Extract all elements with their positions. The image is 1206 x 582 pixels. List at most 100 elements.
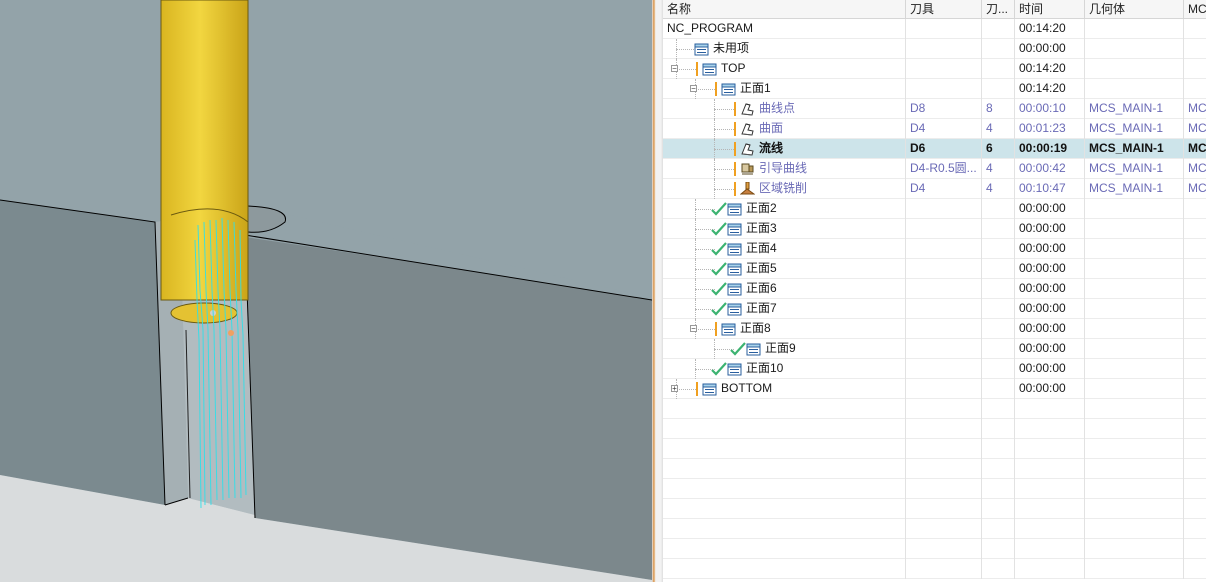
node-name[interactable]: 正面10 [746,359,783,378]
warning-icon [734,122,736,136]
column-tool-number[interactable]: 刀... [982,0,1015,18]
column-separator [1084,199,1085,219]
node-name[interactable]: NC_PROGRAM [667,19,753,38]
tool-number-cell: 4 [986,121,993,135]
tool-number-cell [986,359,1013,378]
node-name[interactable]: 区域铣削 [759,179,807,198]
operation-row[interactable]: 流线 D6 6 00:00:19 MCS_MAIN-1 MC [663,139,1206,159]
program-group-row[interactable]: 正面4 00:00:00 [663,239,1206,259]
program-group-row[interactable]: 正面2 00:00:00 [663,199,1206,219]
column-separator [981,119,982,139]
expand-icon[interactable]: + [671,385,678,393]
program-root-row[interactable]: NC_PROGRAM 00:14:20 [663,19,1206,39]
column-geometry[interactable]: 几何体 [1085,0,1184,18]
column-separator [1183,19,1184,39]
program-group-row[interactable]: 正面9 00:00:00 [663,339,1206,359]
program-group-row[interactable]: − 正面8 00:00:00 [663,319,1206,339]
column-separator [1014,239,1015,259]
node-name[interactable]: BOTTOM [721,379,772,398]
program-group-row[interactable]: + BOTTOM 00:00:00 [663,379,1206,399]
node-name[interactable]: 正面9 [765,339,796,358]
warning-icon [734,102,736,116]
empty-row [663,419,1206,439]
node-name[interactable]: 未用项 [713,39,749,58]
method-cell: MC [1188,121,1206,135]
node-name[interactable]: 正面4 [746,239,777,258]
graphics-viewport[interactable] [0,0,652,582]
empty-row [663,479,1206,499]
node-name[interactable]: 曲面 [759,119,783,138]
method-cell [1188,259,1206,278]
column-separator [905,439,906,459]
column-separator [1084,59,1085,79]
tree-connector [714,149,734,150]
program-group-row[interactable]: 未用项 00:00:00 [663,39,1206,59]
column-separator [905,139,906,159]
column-separator [905,19,906,39]
column-time[interactable]: 时间 [1015,0,1085,18]
column-separator [905,559,906,579]
column-separator [1183,179,1184,199]
column-method[interactable]: MC [1184,0,1206,18]
time-cell: 00:00:00 [1019,261,1066,275]
node-name[interactable]: 正面2 [746,199,777,218]
node-name[interactable]: 正面6 [746,279,777,298]
column-separator [905,119,906,139]
column-separator [1084,39,1085,59]
node-name[interactable]: 正面7 [746,299,777,318]
program-group-row[interactable]: − TOP 00:14:20 [663,59,1206,79]
operation-row[interactable]: 曲线点 D8 8 00:00:10 MCS_MAIN-1 MC [663,99,1206,119]
program-group-row[interactable]: − 正面1 00:14:20 [663,79,1206,99]
tool-number-cell [986,79,1013,98]
program-group-row[interactable]: 正面7 00:00:00 [663,299,1206,319]
column-separator [1084,479,1085,499]
tool-number-cell [986,299,1013,318]
column-separator [1014,59,1015,79]
collapse-icon[interactable]: − [690,325,697,333]
time-cell: 00:14:20 [1019,21,1066,35]
column-separator [981,499,982,519]
operation-row[interactable]: 曲面 D4 4 00:01:23 MCS_MAIN-1 MC [663,119,1206,139]
column-separator [905,459,906,479]
collapse-icon[interactable]: − [690,85,697,93]
tree-connector [695,279,696,299]
method-cell [1188,279,1206,298]
column-separator [905,319,906,339]
node-name[interactable]: 正面5 [746,259,777,278]
collapse-icon[interactable]: − [671,65,678,73]
method-cell [1188,299,1206,318]
program-group-row[interactable]: 正面6 00:00:00 [663,279,1206,299]
tool-number-cell [986,259,1013,278]
column-separator [981,139,982,159]
column-separator [1183,59,1184,79]
node-name[interactable]: TOP [721,59,745,78]
column-separator [1014,339,1015,359]
column-separator [905,79,906,99]
operation-row[interactable]: 区域铣削 D4 4 00:10:47 MCS_MAIN-1 MC [663,179,1206,199]
program-group-row[interactable]: 正面3 00:00:00 [663,219,1206,239]
operation-row[interactable]: 引导曲线 D4-R0.5圆... 4 00:00:42 MCS_MAIN-1 MC [663,159,1206,179]
time-cell: 00:00:00 [1019,281,1066,295]
node-name[interactable]: 正面8 [740,319,771,338]
panel-splitter[interactable] [652,0,663,582]
column-separator [1014,99,1015,119]
program-group-row[interactable]: 正面5 00:00:00 [663,259,1206,279]
node-name[interactable]: 正面3 [746,219,777,238]
tool-cell [910,339,980,358]
column-separator [1084,319,1085,339]
column-name[interactable]: 名称 [663,0,906,18]
column-separator [905,199,906,219]
column-tool[interactable]: 刀具 [906,0,982,18]
column-separator [981,379,982,399]
column-separator [905,519,906,539]
node-name[interactable]: 引导曲线 [759,159,807,178]
method-cell [1188,239,1206,258]
column-separator [1014,79,1015,99]
node-name[interactable]: 曲线点 [759,99,795,118]
program-group-row[interactable]: 正面10 00:00:00 [663,359,1206,379]
part-model-view [0,0,652,582]
column-separator [1014,379,1015,399]
node-name[interactable]: 流线 [759,139,783,158]
column-separator [1183,79,1184,99]
node-name[interactable]: 正面1 [740,79,771,98]
